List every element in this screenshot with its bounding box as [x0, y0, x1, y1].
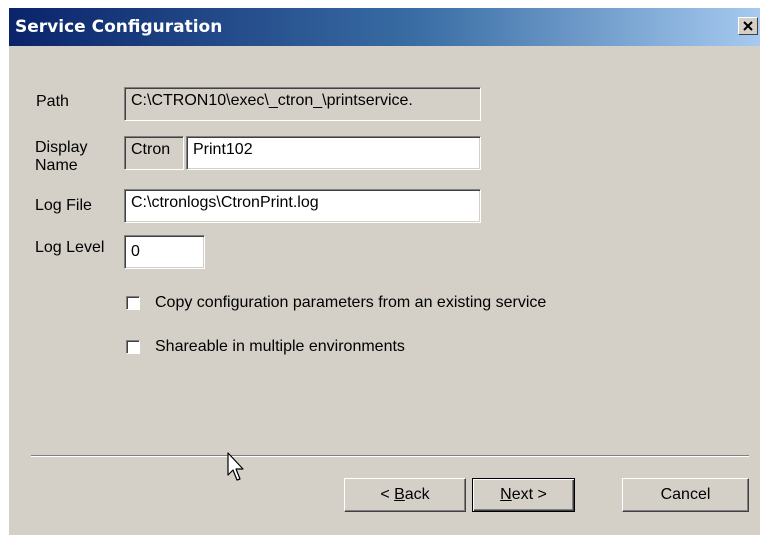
path-label: Path — [36, 93, 69, 110]
display-name-label-line1: Display — [35, 139, 88, 156]
display-name-input[interactable]: Print102 — [186, 136, 481, 170]
title-bar[interactable]: Service Configuration — [9, 8, 760, 46]
display-name-prefix: Ctron — [124, 136, 184, 170]
next-button[interactable]: Next > — [472, 478, 575, 512]
log-file-input[interactable]: C:\ctronlogs\CtronPrint.log — [124, 189, 481, 223]
back-mnemonic: B — [394, 486, 405, 503]
shareable-checkbox[interactable] — [126, 340, 140, 354]
service-configuration-dialog: Service Configuration Path C:\CTRON10\ex… — [8, 8, 760, 535]
back-prefix: < — [380, 486, 395, 503]
log-level-input[interactable]: 0 — [124, 235, 205, 269]
copy-config-label[interactable]: Copy configuration parameters from an ex… — [155, 294, 546, 312]
cancel-button[interactable]: Cancel — [622, 478, 749, 512]
mouse-cursor-icon — [227, 452, 244, 481]
path-field: C:\CTRON10\exec\_ctron_\printservice. — [124, 87, 481, 121]
back-button[interactable]: < Back — [344, 478, 466, 512]
shareable-label[interactable]: Shareable in multiple environments — [155, 338, 405, 356]
next-mnemonic: N — [500, 486, 512, 503]
close-icon — [743, 21, 753, 31]
back-rest: ack — [404, 486, 430, 503]
log-level-label: Log Level — [35, 239, 105, 256]
window-title: Service Configuration — [15, 17, 223, 37]
log-file-label: Log File — [35, 197, 92, 214]
display-name-label-line2: Name — [35, 157, 78, 174]
copy-config-checkbox[interactable] — [126, 296, 140, 310]
next-rest: ext > — [511, 486, 547, 503]
separator-highlight — [31, 456, 749, 457]
close-button[interactable] — [738, 17, 758, 35]
